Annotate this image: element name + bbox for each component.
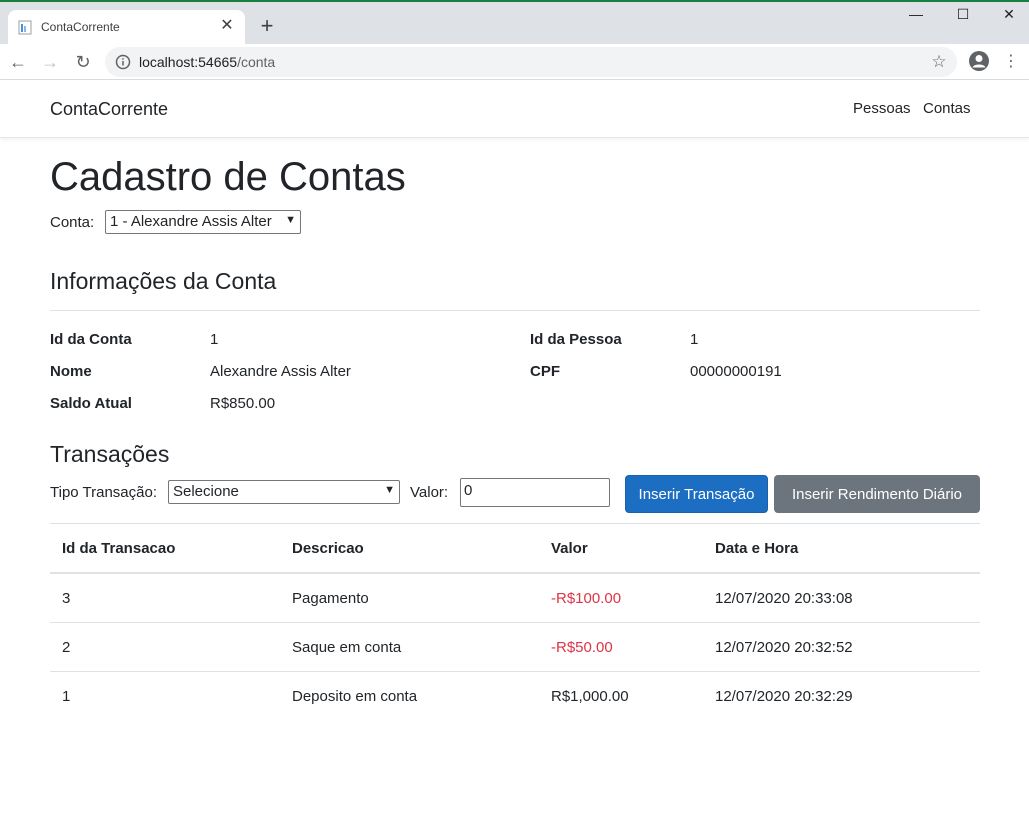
column-header-valor: Valor [551, 540, 588, 557]
browser-tab-strip: ContaCorrente ✕ + — ☐ ✕ [0, 0, 1029, 46]
row-descricao: Saque em conta [292, 639, 402, 656]
valor-input[interactable]: 0 [460, 478, 610, 507]
url-text: localhost:54665/conta [139, 54, 275, 70]
page-title: Cadastro de Contas [50, 155, 406, 199]
row-valor: -R$100.00 [551, 590, 622, 607]
row-data: 12/07/2020 20:32:52 [715, 639, 853, 656]
navbar-brand[interactable]: ContaCorrente [50, 99, 168, 120]
inserir-transacao-button[interactable]: Inserir Transação [625, 475, 768, 513]
column-header-data: Data e Hora [715, 540, 799, 557]
nav-link-pessoas[interactable]: Pessoas [853, 100, 911, 117]
row-data: 12/07/2020 20:32:29 [715, 688, 853, 705]
info-icon[interactable] [115, 54, 131, 70]
nome-value: Alexandre Assis Alter [210, 363, 351, 380]
chevron-down-icon: ▼ [384, 484, 395, 496]
saldo-label: Saldo Atual [50, 395, 132, 412]
divider [50, 310, 980, 311]
id-pessoa-value: 1 [690, 331, 699, 348]
inserir-rendimento-button[interactable]: Inserir Rendimento Diário [774, 475, 980, 513]
row-descricao: Pagamento [292, 590, 369, 607]
bookmark-star-icon[interactable]: ☆ [929, 51, 949, 73]
row-valor: R$1,000.00 [551, 688, 629, 705]
browser-tab[interactable]: ContaCorrente ✕ [8, 10, 245, 46]
valor-input-value: 0 [464, 482, 473, 499]
profile-icon[interactable] [968, 50, 990, 72]
close-window-icon[interactable]: ✕ [986, 6, 1029, 30]
conta-label: Conta: [50, 214, 95, 231]
row-id: 3 [62, 590, 71, 607]
table-header-border [50, 572, 980, 574]
cpf-value: 00000000191 [690, 363, 782, 380]
tipo-transacao-value: Selecione [173, 483, 239, 500]
row-descricao: Deposito em conta [292, 688, 418, 705]
row-divider [50, 671, 980, 672]
row-id: 2 [62, 639, 71, 656]
id-conta-label: Id da Conta [50, 331, 132, 348]
browser-menu-icon[interactable]: ⋮ [1003, 50, 1019, 74]
tipo-transacao-select[interactable]: Selecione ▼ [168, 480, 400, 504]
row-id: 1 [62, 688, 71, 705]
row-data: 12/07/2020 20:33:08 [715, 590, 853, 607]
url-path: /conta [237, 54, 276, 70]
conta-select-value: 1 - Alexandre Assis Alter [110, 213, 272, 230]
address-bar[interactable]: localhost:54665/conta ☆ [105, 47, 957, 77]
minimize-icon[interactable]: — [893, 6, 939, 30]
cpf-label: CPF [530, 363, 560, 380]
column-header-id: Id da Transacao [62, 540, 176, 557]
transacoes-heading: Transações [50, 441, 170, 467]
back-icon[interactable]: ← [6, 50, 30, 74]
forward-icon[interactable]: → [38, 50, 62, 74]
id-conta-value: 1 [210, 331, 219, 348]
saldo-value: R$850.00 [210, 395, 276, 412]
row-valor: -R$50.00 [551, 639, 613, 656]
conta-select[interactable]: 1 - Alexandre Assis Alter ▼ [105, 210, 301, 234]
app-navbar: ContaCorrente Pessoas Contas [0, 80, 1029, 138]
info-heading: Informações da Conta [50, 268, 277, 294]
chevron-down-icon: ▼ [285, 214, 296, 226]
reload-icon[interactable]: ↻ [71, 50, 95, 74]
maximize-icon[interactable]: ☐ [940, 6, 986, 30]
url-host: localhost:54665 [139, 54, 238, 70]
tab-title: ContaCorrente [41, 20, 120, 34]
row-divider [50, 622, 980, 623]
nome-label: Nome [50, 363, 92, 380]
browser-toolbar: ← → ↻ localhost:54665/conta ☆ ⋮ [0, 44, 1029, 80]
close-tab-icon[interactable]: ✕ [217, 16, 237, 36]
page-icon [18, 20, 32, 35]
tipo-transacao-label: Tipo Transação: [50, 484, 157, 501]
valor-label: Valor: [410, 484, 449, 501]
nav-link-contas[interactable]: Contas [923, 100, 971, 117]
column-header-descricao: Descricao [292, 540, 364, 557]
id-pessoa-label: Id da Pessoa [530, 331, 622, 348]
new-tab-icon[interactable]: + [255, 14, 279, 38]
table-top-border [50, 523, 980, 524]
